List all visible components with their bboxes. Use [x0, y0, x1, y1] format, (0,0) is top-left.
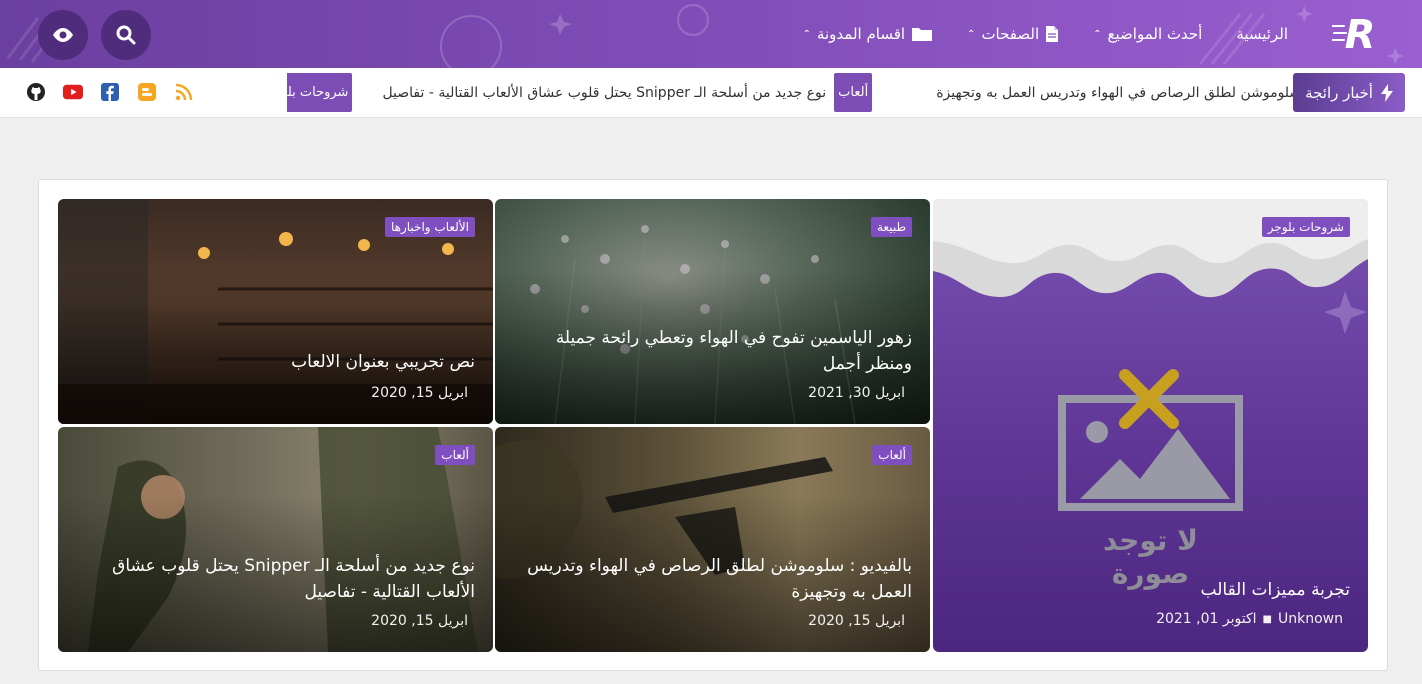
rss-link[interactable] — [174, 82, 194, 102]
folder-icon — [912, 28, 933, 41]
post-meta: Unknown ■ اكتوبر 01, 2021 — [1156, 611, 1343, 627]
site-logo[interactable]: R — [1332, 10, 1382, 56]
facebook-link[interactable] — [100, 82, 120, 102]
search-button[interactable] — [101, 10, 151, 60]
view-toggle-button[interactable] — [38, 10, 88, 60]
featured-post-card[interactable]: طبيعة زهور الياسمين تفوح في الهواء وتعطي… — [495, 199, 930, 424]
chevron-up-icon: ⌃ — [1093, 28, 1102, 40]
ticker-track: بالفيديو : سلوموشن لطلق الرصاص في الهواء… — [287, 73, 1293, 112]
post-title[interactable]: زهور الياسمين تفوح في الهواء وتعطي رائحة… — [512, 325, 912, 377]
eye-icon — [53, 28, 73, 42]
post-date: ابريل 15, 2020 — [371, 613, 468, 629]
social-links — [26, 82, 194, 102]
facebook-icon — [101, 83, 119, 101]
blogger-icon — [138, 83, 156, 101]
trending-label-text: أخبار رائجة — [1305, 83, 1373, 102]
meta-dot: ■ — [1262, 613, 1272, 625]
nav-sections[interactable]: اقسام المدونة ⌃ — [803, 25, 933, 43]
file-icon — [1046, 26, 1059, 42]
ticker-item-link[interactable]: نوع جديد من أسلحة الـ Snipper يحتل قلوب … — [382, 85, 826, 101]
logo-letter: R — [1345, 12, 1376, 56]
search-icon — [116, 25, 136, 45]
nav-home[interactable]: الرئيسية — [1236, 25, 1288, 43]
post-title[interactable]: تجربة مميزات القالب — [950, 577, 1350, 603]
featured-post-card[interactable]: ألعاب بالفيديو : سلوموشن لطلق الرصاص في … — [495, 427, 930, 652]
ticker-item-tag[interactable]: شروحات بلوجر — [287, 73, 353, 112]
post-date: اكتوبر 01, 2021 — [1156, 611, 1257, 627]
featured-posts-panel: لا توجد صورة شروحات بلوجر تجربة مميزات ا… — [38, 179, 1388, 671]
main-nav: الرئيسية أحدث المواضيع ⌃ الصفحات ⌃ اقسام… — [769, 0, 1288, 68]
category-badge[interactable]: ألعاب — [435, 445, 475, 465]
rss-icon — [175, 83, 193, 101]
featured-post-card[interactable]: ألعاب نوع جديد من أسلحة الـ Snipper يحتل… — [58, 427, 493, 652]
ticker-items: بالفيديو : سلوموشن لطلق الرصاص في الهواء… — [287, 73, 1293, 112]
trending-label: أخبار رائجة — [1293, 73, 1405, 112]
nav-pages[interactable]: الصفحات ⌃ — [967, 25, 1059, 43]
bolt-icon — [1380, 83, 1393, 102]
youtube-icon — [63, 84, 83, 100]
nav-latest[interactable]: أحدث المواضيع ⌃ — [1093, 25, 1202, 43]
nav-sections-label: اقسام المدونة — [816, 25, 906, 43]
github-link[interactable] — [26, 82, 46, 102]
chevron-up-icon: ⌃ — [802, 28, 811, 40]
chevron-up-icon: ⌃ — [967, 28, 976, 40]
ticker-item-tag[interactable]: ألعاب — [834, 73, 873, 112]
ticker-item-link[interactable]: بالفيديو : سلوموشن لطلق الرصاص في الهواء… — [936, 85, 1293, 101]
post-title[interactable]: بالفيديو : سلوموشن لطلق الرصاص في الهواء… — [512, 553, 912, 605]
news-ticker-bar: أخبار رائجة بالفيديو : سلوموشن لطلق الرص… — [0, 68, 1422, 118]
nav-home-label: الرئيسية — [1236, 25, 1288, 43]
top-header: الرئيسية أحدث المواضيع ⌃ الصفحات ⌃ اقسام… — [0, 0, 1422, 68]
nav-latest-label: أحدث المواضيع — [1107, 25, 1203, 43]
category-badge[interactable]: طبيعة — [870, 217, 912, 237]
github-icon — [27, 83, 45, 101]
category-badge[interactable]: شروحات بلوجر — [1261, 217, 1350, 237]
post-title[interactable]: نص تجريبي بعنوان الالعاب — [75, 349, 475, 375]
youtube-link[interactable] — [63, 82, 83, 102]
post-date: ابريل 15, 2020 — [808, 613, 905, 629]
featured-post-card[interactable]: الألعاب واخبارها نص تجريبي بعنوان الالعا… — [58, 199, 493, 424]
category-badge[interactable]: ألعاب — [872, 445, 912, 465]
post-title[interactable]: نوع جديد من أسلحة الـ Snipper يحتل قلوب … — [75, 553, 475, 605]
nav-pages-label: الصفحات — [981, 25, 1040, 43]
post-date: ابريل 15, 2020 — [371, 385, 468, 401]
featured-post-card[interactable]: لا توجد صورة شروحات بلوجر تجربة مميزات ا… — [933, 199, 1368, 652]
blogger-link[interactable] — [137, 82, 157, 102]
category-badge[interactable]: الألعاب واخبارها — [385, 217, 475, 237]
post-date: ابريل 30, 2021 — [808, 385, 905, 401]
post-author[interactable]: Unknown — [1278, 611, 1343, 627]
